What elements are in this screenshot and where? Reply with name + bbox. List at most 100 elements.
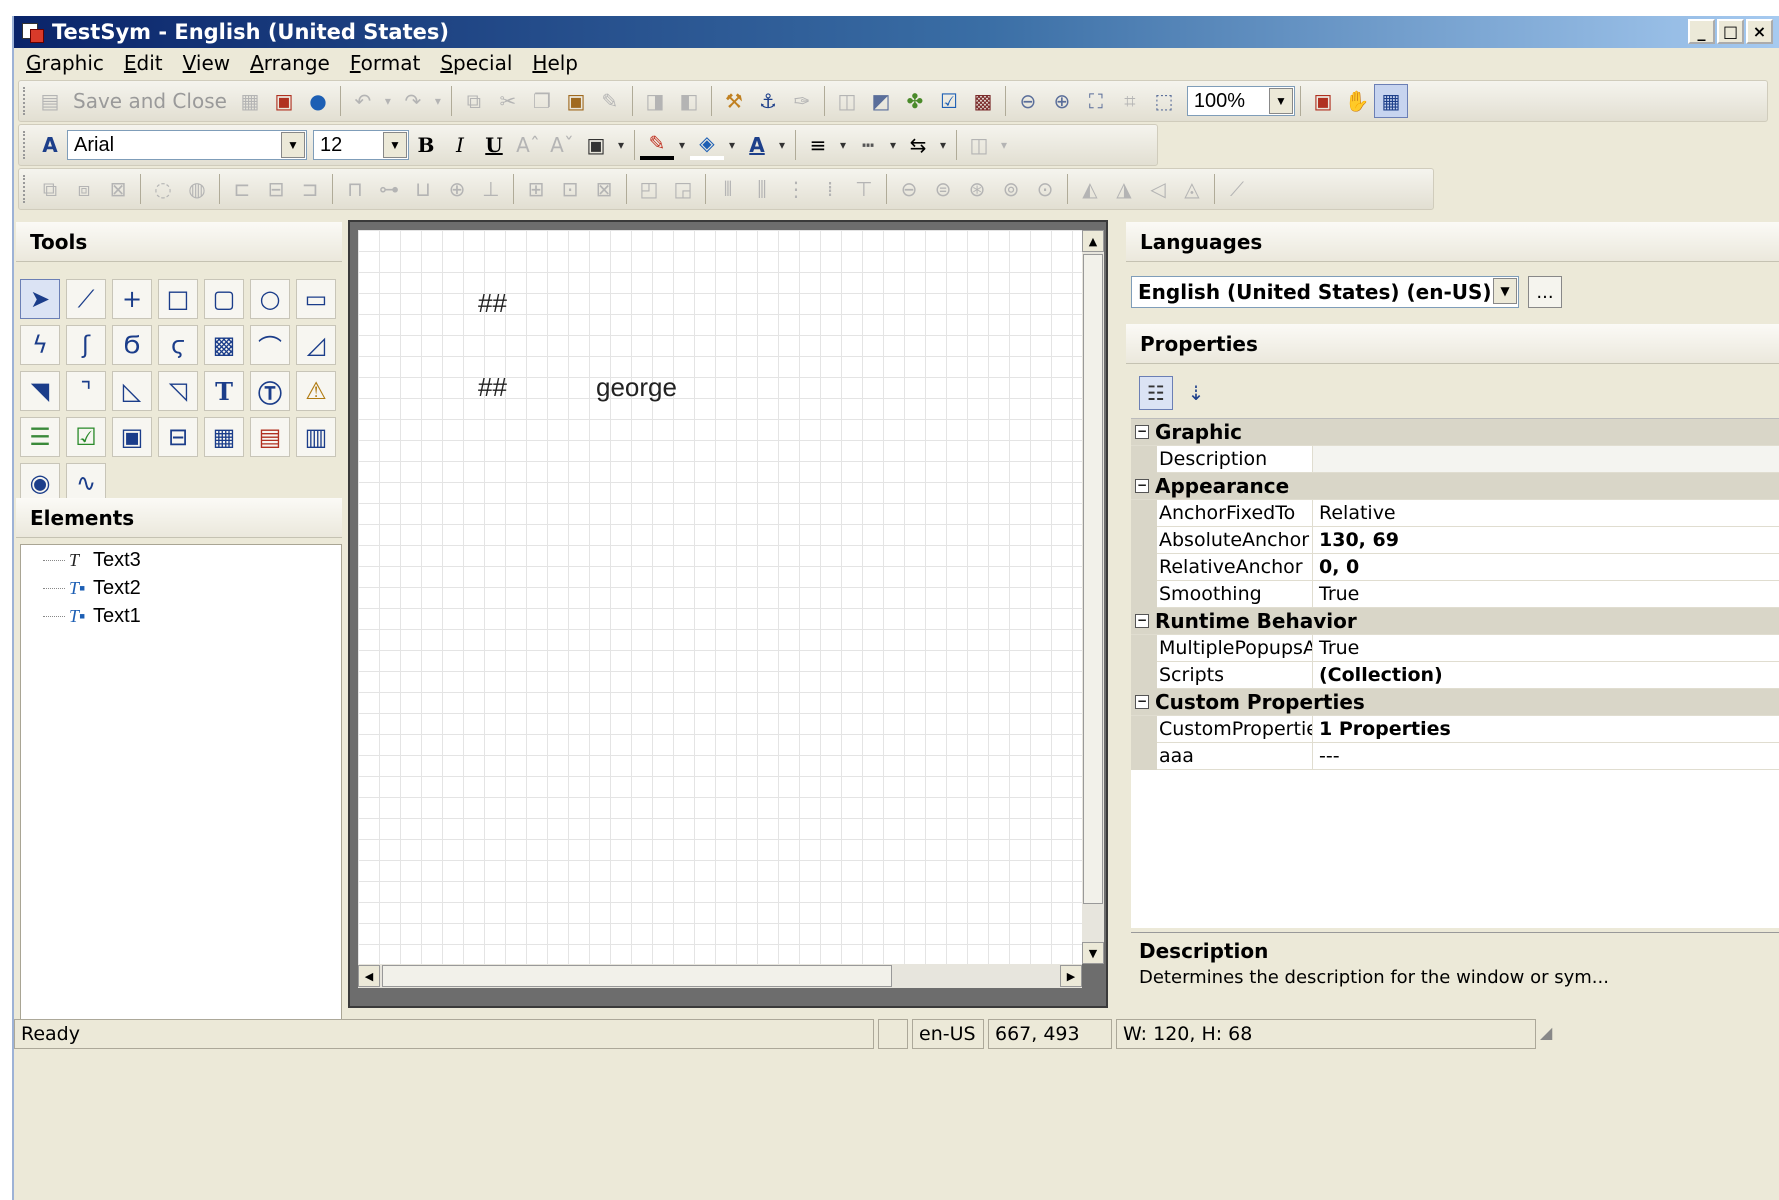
- property-row-aaa[interactable]: aaa ---: [1131, 742, 1779, 770]
- collapse-icon[interactable]: −: [1135, 695, 1149, 709]
- canvas-text1[interactable]: ##: [478, 288, 507, 319]
- canvas-text3[interactable]: george: [596, 372, 677, 403]
- text-tool-icon[interactable]: T: [204, 371, 244, 411]
- menu-special[interactable]: Special: [440, 51, 512, 75]
- validate-icon[interactable]: ☑: [932, 84, 966, 118]
- vertical-scrollbar[interactable]: ▲ ▼: [1082, 230, 1104, 964]
- rotate-left-icon[interactable]: ◁: [1141, 172, 1175, 206]
- align-centers-icon[interactable]: ⊕: [440, 172, 474, 206]
- pie-tool-icon[interactable]: ◥: [20, 371, 60, 411]
- line-weight-icon[interactable]: ≡: [801, 128, 835, 162]
- minimize-button[interactable]: _: [1688, 19, 1715, 44]
- size-scale-icon[interactable]: ⊙: [1028, 172, 1062, 206]
- zoom-region-icon[interactable]: ⬚: [1147, 84, 1181, 118]
- property-row-scripts[interactable]: Scripts (Collection): [1131, 661, 1779, 689]
- property-row-multiplepopups[interactable]: MultiplePopupsAllo True: [1131, 634, 1779, 662]
- line-color-dropdown-icon[interactable]: ▾: [674, 128, 690, 162]
- scroll-down-icon[interactable]: ▼: [1082, 942, 1104, 964]
- combo-box-tool-icon[interactable]: ⊟: [158, 417, 198, 457]
- zoom-out-icon[interactable]: ⊖: [1011, 84, 1045, 118]
- group-icon[interactable]: ⧉: [33, 172, 67, 206]
- line-pattern-icon[interactable]: ┅: [851, 128, 885, 162]
- copy-format-icon[interactable]: ⧉: [457, 84, 491, 118]
- space-horizontal-icon[interactable]: ⫴: [711, 172, 745, 206]
- save-icon[interactable]: ▦: [233, 84, 267, 118]
- align-bottom-icon[interactable]: ⊔: [406, 172, 440, 206]
- status-tool-icon[interactable]: ⚠: [296, 371, 336, 411]
- align-left-icon[interactable]: ⊏: [225, 172, 259, 206]
- language-select[interactable]: English (United States) (en-US) ▼: [1131, 276, 1519, 308]
- wedge-tool-icon[interactable]: ◹: [158, 371, 198, 411]
- space-increase-icon[interactable]: ⋮: [779, 172, 813, 206]
- font-style-icon[interactable]: A: [33, 128, 67, 162]
- tree-item-text3[interactable]: T Text3: [43, 547, 141, 573]
- line-ends-dropdown-icon[interactable]: ▾: [935, 128, 951, 162]
- redo-icon[interactable]: ↷: [396, 84, 430, 118]
- language-more-button[interactable]: ...: [1528, 276, 1562, 308]
- edit-box-tool-icon[interactable]: ▣: [112, 417, 152, 457]
- text-color-dropdown-icon[interactable]: ▾: [774, 128, 790, 162]
- save-and-close-button[interactable]: Save and Close: [67, 89, 233, 113]
- calendar-tool-icon[interactable]: ▦: [204, 417, 244, 457]
- radio-group-tool-icon[interactable]: ◉: [20, 463, 60, 503]
- list-tool-icon[interactable]: ☰: [20, 417, 60, 457]
- alphabetical-sort-icon[interactable]: ⇣: [1179, 376, 1213, 410]
- menu-format[interactable]: Format: [350, 51, 420, 75]
- scroll-right-icon[interactable]: ▶: [1060, 965, 1082, 987]
- mirror-icon[interactable]: ◬: [1175, 172, 1209, 206]
- flip-horizontal-icon[interactable]: ◭: [1073, 172, 1107, 206]
- property-row-absoluteanchor[interactable]: AbsoluteAnchor 130, 69: [1131, 526, 1779, 554]
- property-row-description[interactable]: Description: [1131, 445, 1779, 473]
- import-icon[interactable]: ◩: [864, 84, 898, 118]
- collapse-icon[interactable]: −: [1135, 614, 1149, 628]
- line-tool-icon[interactable]: ⟋: [66, 279, 106, 319]
- collapse-icon[interactable]: −: [1135, 425, 1149, 439]
- line-color-icon[interactable]: ✎: [640, 130, 674, 160]
- send-back-icon[interactable]: ◧: [672, 84, 706, 118]
- send-backward-icon[interactable]: ◲: [666, 172, 700, 206]
- size-width-icon[interactable]: ⊖: [892, 172, 926, 206]
- zoom-in-icon[interactable]: ⊕: [1045, 84, 1079, 118]
- ungroup-icon[interactable]: ⧈: [67, 172, 101, 206]
- align-right-icon[interactable]: ⊐: [293, 172, 327, 206]
- zoom-combo[interactable]: 100% ▼: [1186, 86, 1295, 116]
- window-icon[interactable]: ▣: [1306, 84, 1340, 118]
- undo-dropdown-icon[interactable]: ▾: [380, 84, 396, 118]
- property-row-anchorfixedto[interactable]: AnchorFixedTo Relative: [1131, 499, 1779, 527]
- align-points-icon[interactable]: ⊥: [474, 172, 508, 206]
- shrink-font-icon[interactable]: Aˇ: [545, 128, 579, 162]
- edit-group-icon[interactable]: ⊠: [101, 172, 135, 206]
- line-weight-dropdown-icon[interactable]: ▾: [835, 128, 851, 162]
- listbox-tool-icon[interactable]: ▥: [296, 417, 336, 457]
- checkbox-tool-icon[interactable]: ☑: [66, 417, 106, 457]
- categorized-icon[interactable]: ☷: [1139, 376, 1173, 410]
- property-row-relativeanchor[interactable]: RelativeAnchor 0, 0: [1131, 553, 1779, 581]
- menu-help[interactable]: Help: [532, 51, 578, 75]
- embed-icon[interactable]: ◫: [830, 84, 864, 118]
- save-close-icon[interactable]: ▤: [33, 84, 67, 118]
- vertical-scroll-thumb[interactable]: [1083, 254, 1103, 904]
- underline-button[interactable]: U: [477, 128, 511, 162]
- font-size-combo[interactable]: 12 ▼: [313, 130, 409, 160]
- font-family-combo[interactable]: Arial ▼: [67, 130, 307, 160]
- property-row-smoothing[interactable]: Smoothing True: [1131, 580, 1779, 608]
- resize-grip-icon[interactable]: ◢: [1540, 1023, 1562, 1045]
- category-runtime-behavior[interactable]: − Runtime Behavior: [1131, 608, 1779, 635]
- grid-toggle-icon[interactable]: ▦: [1373, 84, 1408, 118]
- horizontal-scroll-thumb[interactable]: [382, 965, 892, 987]
- polygon-tool-icon[interactable]: ◿: [296, 325, 336, 365]
- size-make-same-icon[interactable]: ⊚: [994, 172, 1028, 206]
- rotate-ccw-icon[interactable]: ◍: [180, 172, 214, 206]
- menu-edit[interactable]: Edit: [124, 51, 163, 75]
- hv-line-tool-icon[interactable]: +: [112, 279, 152, 319]
- closed-curve-tool-icon[interactable]: Ϭ: [112, 325, 152, 365]
- copy-icon[interactable]: ❐: [525, 84, 559, 118]
- distribute-horizontal-icon[interactable]: ⊞: [519, 172, 553, 206]
- align-top-icon[interactable]: ⊓: [338, 172, 372, 206]
- size-both-icon[interactable]: ⊛: [960, 172, 994, 206]
- bring-front-icon[interactable]: ◨: [638, 84, 672, 118]
- ellipse-tool-icon[interactable]: ○: [250, 279, 290, 319]
- grow-font-icon[interactable]: Aˆ: [511, 128, 545, 162]
- shadow-dropdown-icon[interactable]: ▾: [996, 128, 1012, 162]
- pan-hand-icon[interactable]: ✋: [1340, 84, 1374, 118]
